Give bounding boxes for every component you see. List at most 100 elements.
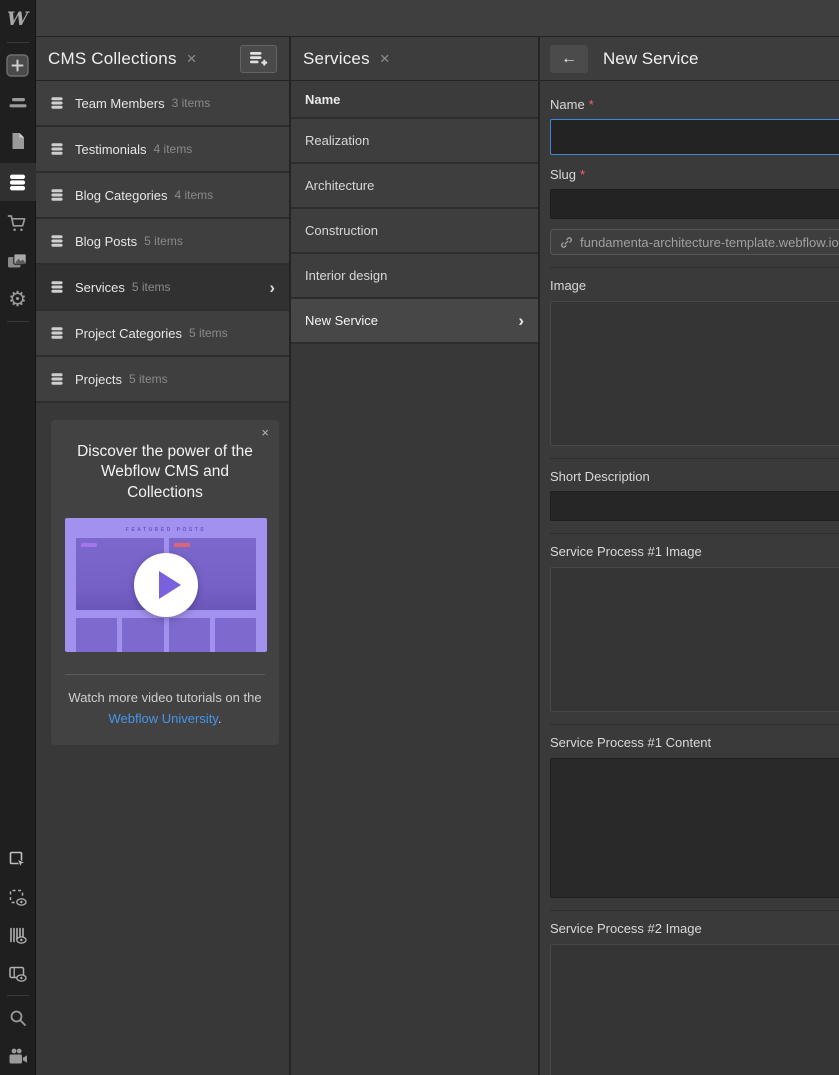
slug-domain-text: fundamenta-architecture-template.webflow…: [580, 234, 839, 250]
collection-name: Testimonials: [75, 141, 147, 157]
cms-database-icon: [9, 174, 26, 190]
collection-count: 5 items: [188, 326, 228, 340]
guides-toggle-button[interactable]: [0, 919, 36, 951]
collection-row-blog-posts[interactable]: Blog Posts 5 items: [36, 219, 289, 265]
collection-icon: [50, 142, 64, 156]
collection-name: Blog Posts: [75, 233, 138, 249]
cart-icon: [7, 214, 26, 231]
name-field[interactable]: [550, 119, 839, 155]
sp1-image-dropzone[interactable]: [550, 567, 839, 712]
field-group-short-description: Short Description: [550, 458, 839, 521]
collection-icon: [50, 372, 64, 386]
label-text: Service Process #1 Image: [550, 544, 702, 559]
collection-name: Team Members: [75, 95, 165, 111]
service-row-architecture[interactable]: Architecture: [291, 164, 538, 209]
short-description-field[interactable]: [550, 491, 839, 521]
search-icon: [10, 1010, 26, 1026]
collection-icon: [50, 280, 64, 294]
sp1-content-label: Service Process #1 Content: [550, 735, 839, 750]
sp2-image-dropzone[interactable]: [550, 944, 839, 1075]
service-row-interior-design[interactable]: Interior design: [291, 254, 538, 299]
services-panel: Services × Name Realization Architecture…: [291, 37, 540, 1075]
collection-count: 5 items: [131, 280, 171, 294]
column-header-name: Name: [291, 81, 538, 119]
xray-eye-icon: [9, 889, 27, 906]
navigator-lines-icon: [9, 98, 26, 108]
collection-name: Services: [75, 279, 125, 295]
cms-panel-header: CMS Collections ×: [36, 37, 289, 81]
add-collection-icon: [250, 52, 268, 66]
webflow-university-link[interactable]: Webflow University: [109, 711, 218, 726]
page-icon: [12, 133, 24, 149]
slug-field[interactable]: [550, 189, 839, 219]
name-field-label: Name *: [550, 97, 839, 112]
select-cursor-icon: [9, 851, 27, 869]
required-asterisk: *: [580, 167, 586, 182]
label-text: Slug: [550, 167, 577, 182]
select-mode-button[interactable]: [0, 843, 36, 875]
label-text: Short Description: [550, 469, 650, 484]
collection-icon: [50, 188, 64, 202]
close-icon[interactable]: ×: [187, 50, 197, 67]
service-row-construction[interactable]: Construction: [291, 209, 538, 254]
service-name: New Service: [305, 313, 378, 328]
collection-name: Projects: [75, 371, 122, 387]
slug-field-label: Slug *: [550, 167, 839, 182]
cms-promo-card: × Discover the power of the Webflow CMS …: [51, 420, 279, 745]
pages-button[interactable]: [0, 125, 36, 157]
settings-button[interactable]: ⚙: [0, 283, 36, 315]
thumbnail-card: [168, 618, 210, 653]
label-text: Name: [550, 97, 585, 112]
assets-button[interactable]: [0, 245, 36, 277]
collection-row-projects[interactable]: Projects 5 items: [36, 357, 289, 403]
back-button[interactable]: ←: [550, 44, 588, 73]
slug-url-preview[interactable]: fundamenta-architecture-template.webflow…: [550, 229, 839, 255]
field-group-slug: Slug * fundamenta-architecture-template.w…: [550, 167, 839, 255]
panels-row: CMS Collections × Team Members 3 items T…: [36, 37, 839, 1075]
collection-row-team-members[interactable]: Team Members 3 items: [36, 81, 289, 127]
close-icon[interactable]: ×: [380, 50, 390, 67]
field-group-sp1-content: Service Process #1 Content: [550, 724, 839, 898]
video-camera-icon: [9, 1048, 27, 1063]
collection-row-blog-categories[interactable]: Blog Categories 4 items: [36, 173, 289, 219]
navigator-button[interactable]: [0, 87, 36, 119]
add-elements-button[interactable]: [0, 49, 36, 81]
edges-toggle-button[interactable]: [0, 957, 36, 989]
field-group-image: Image: [550, 267, 839, 446]
required-asterisk: *: [588, 97, 594, 112]
chevron-right-icon: ›: [518, 311, 524, 330]
webflow-logo-button[interactable]: W: [0, 2, 36, 36]
collection-name: Project Categories: [75, 325, 182, 341]
collection-row-project-categories[interactable]: Project Categories 5 items: [36, 311, 289, 357]
play-button[interactable]: [134, 553, 198, 618]
chevron-right-icon: ›: [269, 277, 275, 297]
collection-row-services[interactable]: Services 5 items ›: [36, 265, 289, 311]
ecommerce-button[interactable]: [0, 207, 36, 239]
cms-button[interactable]: [0, 163, 36, 201]
new-service-panel: ← New Service Name * Slug * fundamenta-a…: [540, 37, 839, 1075]
close-icon[interactable]: ×: [261, 425, 269, 440]
column-header-label: Name: [305, 91, 341, 107]
video-tutorials-button[interactable]: [0, 1040, 36, 1072]
collection-icon: [50, 96, 64, 110]
collection-icon: [50, 234, 64, 248]
cms-panel-title: CMS Collections: [48, 48, 177, 68]
link-icon: [561, 236, 572, 248]
xray-mode-button[interactable]: [0, 881, 36, 913]
service-name: Construction: [305, 223, 378, 238]
sp1-content-field[interactable]: [550, 758, 839, 898]
service-row-new-service[interactable]: New Service ›: [291, 299, 538, 344]
panel-empty-area: [36, 744, 289, 1075]
label-text: Service Process #1 Content: [550, 735, 712, 750]
add-collection-button[interactable]: [240, 44, 277, 73]
promo-title: Discover the power of the Webflow CMS an…: [77, 443, 253, 501]
edges-eye-icon: [9, 966, 27, 982]
thumbnail-heading: FEATURED POSTS: [125, 527, 207, 534]
plus-square-icon: [6, 53, 29, 77]
search-button[interactable]: [0, 1002, 36, 1034]
collection-row-testimonials[interactable]: Testimonials 4 items: [36, 127, 289, 173]
image-dropzone[interactable]: [550, 301, 839, 446]
panel-empty-area: [291, 344, 538, 1075]
service-row-realization[interactable]: Realization: [291, 119, 538, 164]
video-thumbnail[interactable]: FEATURED POSTS: [65, 518, 267, 653]
